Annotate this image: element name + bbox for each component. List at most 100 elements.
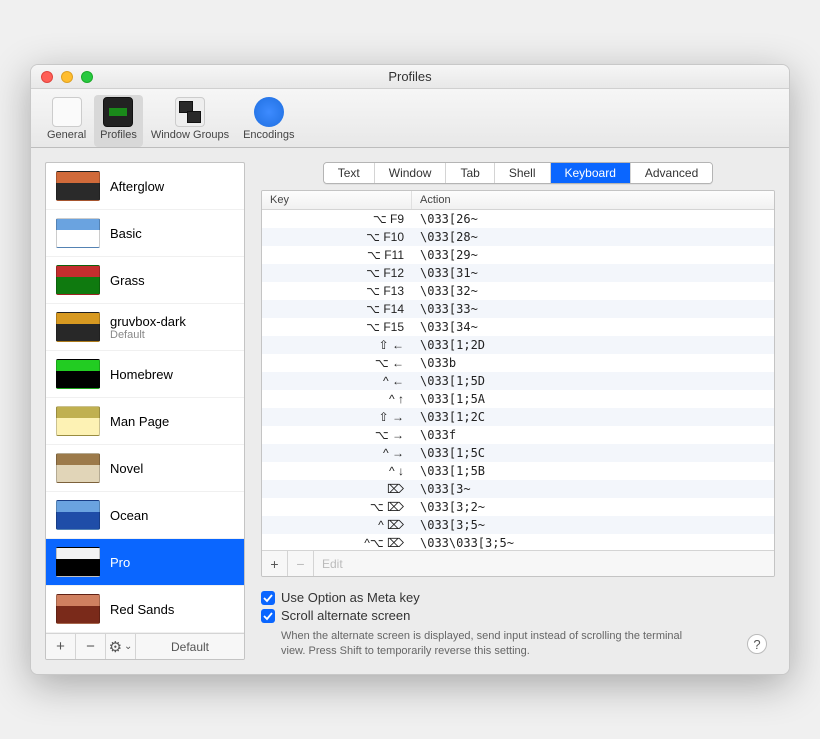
cell-key: ^⌥ ⌦	[262, 534, 412, 550]
table-row[interactable]: ⌥ F14\033[33~	[262, 300, 774, 318]
cell-key: ^ ⌦	[262, 516, 412, 534]
profile-name: Ocean	[110, 508, 148, 523]
option-meta-checkbox[interactable]	[261, 591, 275, 605]
table-row[interactable]: ⌦\033[3~	[262, 480, 774, 498]
cell-key: ⌥ F14	[262, 300, 412, 318]
table-header: Key Action	[262, 191, 774, 210]
remove-profile-button[interactable]: −	[76, 634, 106, 659]
table-row[interactable]: ⌥ F15\033[34~	[262, 318, 774, 336]
profile-row[interactable]: Grass	[46, 257, 244, 304]
chevron-down-icon: ⌄	[124, 641, 132, 652]
profile-thumbnail	[56, 218, 100, 248]
cell-action: \033\033[3;5~	[412, 534, 774, 550]
profile-thumbnail	[56, 453, 100, 483]
profile-thumbnail	[56, 406, 100, 436]
profile-row[interactable]: Pro	[46, 539, 244, 586]
add-mapping-button[interactable]: +	[262, 551, 288, 576]
profile-thumbnail	[56, 359, 100, 389]
table-row[interactable]: ⇧ →\033[1;2C	[262, 408, 774, 426]
table-row[interactable]: ^ ↑\033[1;5A	[262, 390, 774, 408]
gear-icon: ⚙︎	[109, 638, 122, 656]
table-row[interactable]: ⌥ F12\033[31~	[262, 264, 774, 282]
column-key[interactable]: Key	[262, 191, 412, 209]
toolbar: General Profiles Window Groups Encodings	[31, 89, 789, 148]
table-row[interactable]: ^⌥ ⌦\033\033[3;5~	[262, 534, 774, 550]
table-row[interactable]: ^ →\033[1;5C	[262, 444, 774, 462]
cell-key: ⇧ →	[262, 408, 412, 426]
profile-row[interactable]: Basic	[46, 210, 244, 257]
table-row[interactable]: ⌥ F9\033[26~	[262, 210, 774, 228]
encodings-icon	[254, 97, 284, 127]
profile-row[interactable]: Ocean	[46, 492, 244, 539]
profile-thumbnail	[56, 312, 100, 342]
option-meta-row: Use Option as Meta key	[261, 590, 775, 605]
cell-key: ^ ←	[262, 372, 412, 390]
tab-tab[interactable]: Tab	[446, 163, 494, 183]
profile-row[interactable]: Man Page	[46, 398, 244, 445]
table-row[interactable]: ⌥ F10\033[28~	[262, 228, 774, 246]
check-icon	[263, 611, 273, 621]
table-footer: + − Edit	[262, 550, 774, 576]
profile-thumbnail	[56, 594, 100, 624]
cell-action: \033f	[412, 426, 774, 444]
toolbar-profiles[interactable]: Profiles	[94, 95, 143, 147]
cell-key: ⌦	[262, 480, 412, 498]
cell-key: ⇧ ←	[262, 336, 412, 354]
table-row[interactable]: ⇧ ←\033[1;2D	[262, 336, 774, 354]
profile-row[interactable]: Novel	[46, 445, 244, 492]
keyboard-options: Use Option as Meta key Scroll alternate …	[261, 587, 775, 660]
toolbar-encodings[interactable]: Encodings	[237, 95, 300, 147]
profiles-list[interactable]: Afterglow Basic Grassgruvbox-darkDefaultHo…	[46, 163, 244, 633]
toolbar-general[interactable]: General	[41, 95, 92, 147]
cell-action: \033[28~	[412, 228, 774, 246]
table-row[interactable]: ⌥ ←\033b	[262, 354, 774, 372]
table-row[interactable]: ^ ⌦\033[3;5~	[262, 516, 774, 534]
table-row[interactable]: ^ ↓\033[1;5B	[262, 462, 774, 480]
table-body[interactable]: ⌥ F9\033[26~⌥ F10\033[28~⌥ F11\033[29~⌥ …	[262, 210, 774, 550]
tab-keyboard[interactable]: Keyboard	[551, 163, 631, 183]
cell-action: \033[1;5D	[412, 372, 774, 390]
tab-advanced[interactable]: Advanced	[631, 163, 712, 183]
close-button[interactable]	[41, 71, 53, 83]
profile-thumbnail	[56, 547, 100, 577]
table-row[interactable]: ⌥ →\033f	[262, 426, 774, 444]
toolbar-label: Profiles	[100, 129, 137, 141]
toolbar-label: General	[47, 129, 86, 141]
cell-action: \033[1;5C	[412, 444, 774, 462]
tab-text[interactable]: Text	[324, 163, 375, 183]
profile-row[interactable]: Homebrew	[46, 351, 244, 398]
table-row[interactable]: ^ ←\033[1;5D	[262, 372, 774, 390]
cell-action: \033[31~	[412, 264, 774, 282]
tab-window[interactable]: Window	[375, 163, 447, 183]
column-action[interactable]: Action	[412, 191, 774, 209]
add-profile-button[interactable]: +	[46, 634, 76, 659]
profile-row[interactable]: Red Sands	[46, 586, 244, 633]
tab-shell[interactable]: Shell	[495, 163, 551, 183]
profile-row[interactable]: Afterglow	[46, 163, 244, 210]
remove-mapping-button[interactable]: −	[288, 551, 314, 576]
help-button[interactable]: ?	[747, 634, 767, 654]
cell-action: \033[32~	[412, 282, 774, 300]
cell-key: ⌥ →	[262, 426, 412, 444]
minimize-button[interactable]	[61, 71, 73, 83]
table-row[interactable]: ⌥ F11\033[29~	[262, 246, 774, 264]
toolbar-window-groups[interactable]: Window Groups	[145, 95, 235, 147]
scroll-alt-checkbox[interactable]	[261, 609, 275, 623]
cell-action: \033[1;5B	[412, 462, 774, 480]
zoom-button[interactable]	[81, 71, 93, 83]
cell-action: \033b	[412, 354, 774, 372]
profile-actions-menu[interactable]: ⚙︎ ⌄	[106, 634, 136, 659]
profile-name: Basic	[110, 226, 142, 241]
cell-action: \033[3;2~	[412, 498, 774, 516]
profile-name: Pro	[110, 555, 130, 570]
table-row[interactable]: ⌥ ⌦\033[3;2~	[262, 498, 774, 516]
set-default-button[interactable]: Default	[136, 634, 244, 659]
profile-row[interactable]: gruvbox-darkDefault	[46, 304, 244, 351]
titlebar: Profiles	[31, 65, 789, 89]
profile-name: gruvbox-dark	[110, 314, 186, 329]
cell-action: \033[29~	[412, 246, 774, 264]
table-row[interactable]: ⌥ F13\033[32~	[262, 282, 774, 300]
edit-mapping-button[interactable]: Edit	[314, 551, 351, 576]
general-icon	[52, 97, 82, 127]
profile-thumbnail	[56, 500, 100, 530]
